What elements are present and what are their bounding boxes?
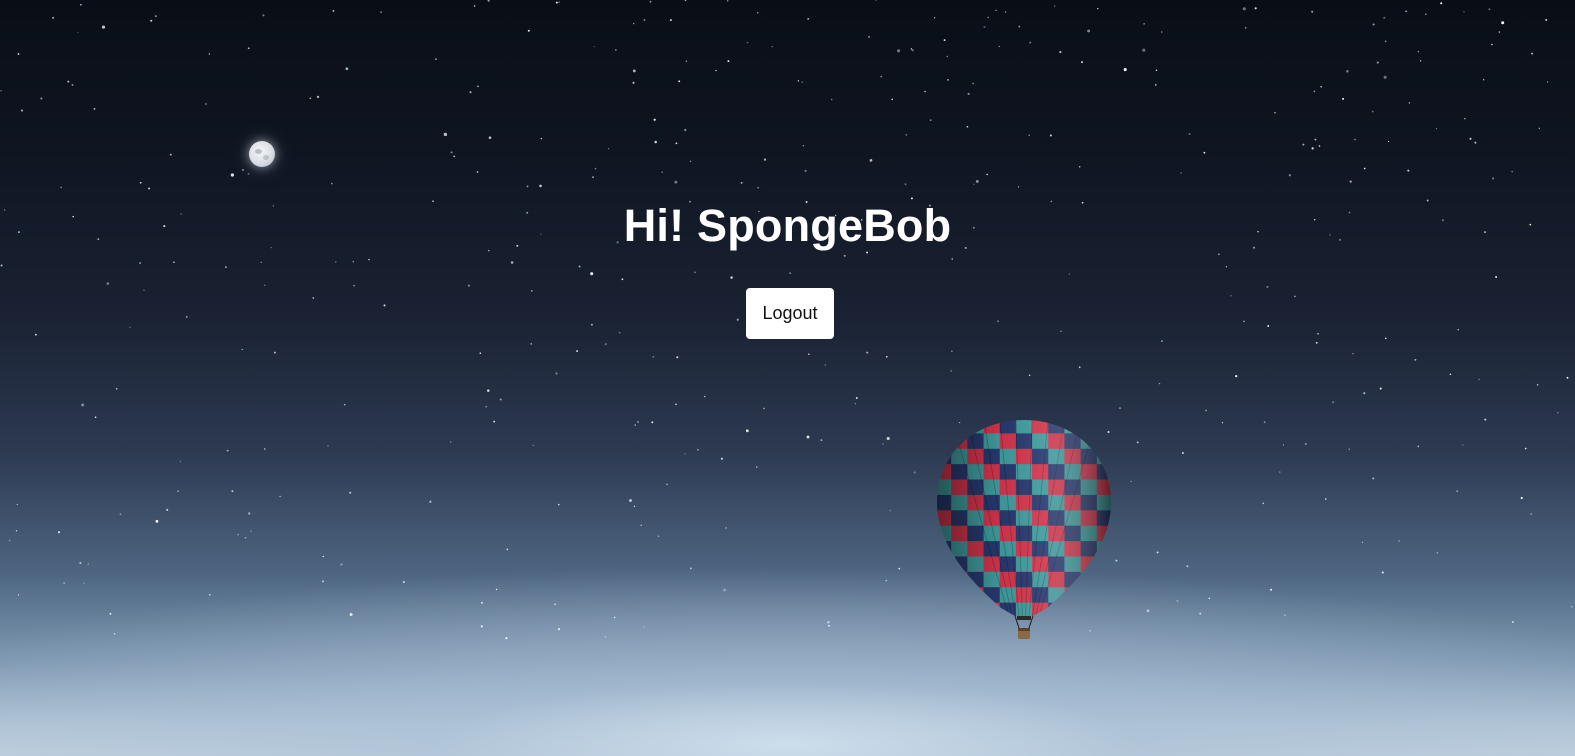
starfield: [0, 0, 1573, 640]
night-sky-background: [0, 0, 1575, 756]
greeting-heading: Hi! SpongeBob: [623, 200, 952, 251]
hot-air-balloon-icon: [937, 420, 1111, 639]
moon-icon: [249, 141, 275, 167]
logout-button[interactable]: Logout: [746, 288, 834, 339]
